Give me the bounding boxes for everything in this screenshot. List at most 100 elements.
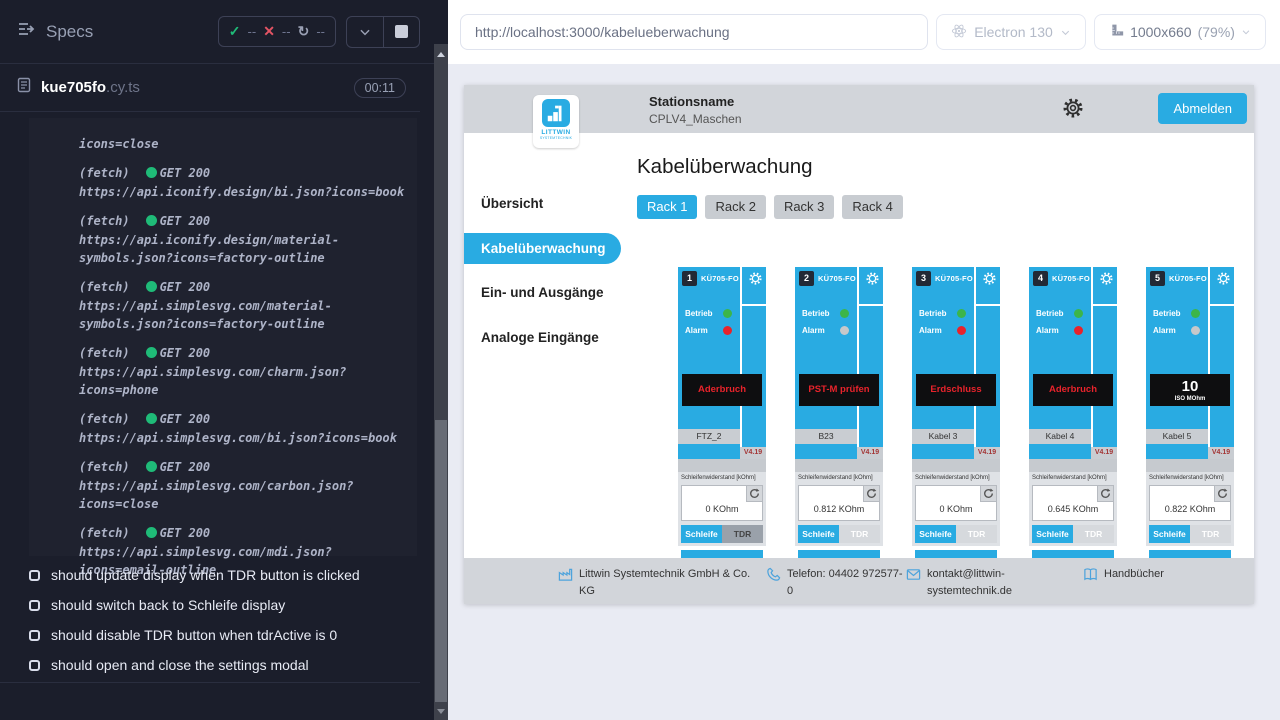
- email-address: kontakt@littwin-systemtechnik.de: [927, 566, 1022, 599]
- sidebar-item-uebersicht[interactable]: Übersicht: [464, 188, 621, 219]
- tab-rack-2[interactable]: Rack 2: [705, 195, 765, 219]
- electron-icon: [951, 23, 967, 42]
- device-front: 1 KÜ705-FO Betrieb Alarm Aderbruch FTZ_2…: [678, 267, 766, 459]
- url-input[interactable]: http://localhost:3000/kabelueberwachung: [460, 14, 928, 50]
- schleife-button[interactable]: Schleife: [1149, 525, 1190, 543]
- schleife-button[interactable]: Schleife: [798, 525, 839, 543]
- divider: [912, 459, 1000, 472]
- log-prefix: (fetch): [79, 526, 130, 540]
- alarm-label: Alarm: [802, 326, 825, 335]
- spec-file-name: kue705fo: [41, 79, 106, 96]
- test-item[interactable]: should open and close the settings modal: [0, 650, 420, 680]
- card-gear-icon[interactable]: [1099, 271, 1114, 291]
- sidebar-item-kabelueberwachung[interactable]: Kabelüberwachung: [464, 233, 621, 264]
- card-gear-icon[interactable]: [982, 271, 997, 291]
- card-gear-icon[interactable]: [865, 271, 880, 291]
- log-entry[interactable]: (fetch)GET 200 https://api.iconify.desig…: [79, 166, 413, 201]
- refresh-button[interactable]: [980, 486, 996, 502]
- settings-gear-icon[interactable]: [1061, 96, 1085, 125]
- scroll-up-icon[interactable]: [437, 52, 445, 57]
- stop-button[interactable]: [383, 17, 419, 47]
- log-entry[interactable]: (fetch)GET 200 https://api.simplesvg.com…: [79, 460, 413, 513]
- test-item[interactable]: should update display when TDR button is…: [0, 560, 420, 590]
- tab-rack-1[interactable]: Rack 1: [637, 195, 697, 219]
- scroll-down-icon[interactable]: [437, 709, 445, 714]
- tdr-button[interactable]: TDR: [839, 525, 880, 543]
- test-item[interactable]: should disable TDR button when tdrActive…: [0, 620, 420, 650]
- tab-rack-3[interactable]: Rack 3: [774, 195, 834, 219]
- resistance-panel: Schleifenwiderstand [kOhm] 0 KOhm Schlei…: [912, 472, 1000, 546]
- log-entry[interactable]: (fetch)GET 200 https://api.simplesvg.com…: [79, 346, 413, 399]
- card-gear-icon[interactable]: [748, 271, 763, 291]
- specs-title[interactable]: Specs: [16, 19, 93, 44]
- betrieb-led: [1191, 309, 1200, 318]
- card-gear-icon[interactable]: [1216, 271, 1231, 291]
- tdr-button[interactable]: TDR: [1190, 525, 1231, 543]
- email-icon: [906, 567, 921, 585]
- betrieb-led: [957, 309, 966, 318]
- resistance-label: Schleifenwiderstand [kOhm]: [798, 475, 873, 481]
- log-entry[interactable]: (fetch)GET 200 https://api.simplesvg.com…: [79, 412, 413, 447]
- log-entry[interactable]: (fetch)GET 200 https://api.iconify.desig…: [79, 214, 413, 267]
- slot-number: 5: [1150, 271, 1165, 286]
- logout-button[interactable]: Abmelden: [1158, 93, 1247, 124]
- browser-selector[interactable]: Electron 130: [936, 14, 1086, 50]
- log-entry[interactable]: icons=close: [79, 135, 413, 153]
- status-dot-icon: [146, 281, 157, 292]
- divider: [678, 459, 766, 472]
- viewport-size: 1000x660: [1130, 24, 1192, 40]
- log-url: https://api.simplesvg.com/bi.json?icons=…: [79, 429, 413, 447]
- log-prefix: (fetch): [79, 280, 130, 294]
- test-state-icon: [29, 570, 40, 581]
- test-label: should open and close the settings modal: [51, 657, 309, 673]
- failed-count: --: [282, 24, 291, 39]
- scrollbar-thumb[interactable]: [435, 420, 447, 702]
- chevron-down-icon: [1060, 27, 1071, 38]
- schleife-button[interactable]: Schleife: [1032, 525, 1073, 543]
- tab-rack-4[interactable]: Rack 4: [842, 195, 902, 219]
- log-status: GET 200: [160, 526, 211, 540]
- schleife-button[interactable]: Schleife: [681, 525, 722, 543]
- page-title: Kabelüberwachung: [637, 155, 813, 179]
- alarm-label: Alarm: [919, 326, 942, 335]
- spec-file-row[interactable]: kue705fo .cy.ts 00:11: [0, 64, 420, 112]
- collapse-button[interactable]: [347, 17, 383, 47]
- scrollbar-track[interactable]: [434, 44, 448, 720]
- footer-manuals[interactable]: Handbücher: [1083, 566, 1164, 585]
- tdr-button[interactable]: TDR: [956, 525, 997, 543]
- log-entry[interactable]: (fetch)GET 200 https://api.simplesvg.com…: [79, 280, 413, 333]
- mode-buttons: Schleife TDR: [1149, 525, 1231, 543]
- company-logo: LITTWIN SYSTEMTECHNIK: [533, 95, 579, 148]
- log-url: https://api.simplesvg.com/carbon.json?ic…: [79, 477, 413, 513]
- test-item[interactable]: should switch back to Schleife display: [0, 590, 420, 620]
- betrieb-label: Betrieb: [685, 309, 713, 318]
- divider: [976, 304, 1000, 306]
- betrieb-led: [1074, 309, 1083, 318]
- sidebar-item-ein-und-ausgaenge[interactable]: Ein- und Ausgänge: [464, 277, 621, 308]
- refresh-button[interactable]: [863, 486, 879, 502]
- resistance-readout: 0 KOhm: [915, 485, 997, 521]
- alarm-text: Aderbruch: [1049, 385, 1097, 395]
- footer-email[interactable]: kontakt@littwin-systemtechnik.de: [906, 566, 1022, 599]
- alarm-led: [1191, 326, 1200, 335]
- app-header: Stationsname CPLV4_Maschen Abmelden: [464, 85, 1254, 133]
- status-display: PST-M prüfen: [799, 374, 879, 406]
- viewport-selector[interactable]: 1000x660 (79%): [1094, 14, 1266, 50]
- schleife-button[interactable]: Schleife: [915, 525, 956, 543]
- divider: [795, 459, 883, 472]
- tdr-button[interactable]: TDR: [1073, 525, 1114, 543]
- betrieb-led: [723, 309, 732, 318]
- sidebar-item-analoge-eingaenge[interactable]: Analoge Eingänge: [464, 322, 621, 353]
- resistance-value: 0 KOhm: [682, 504, 762, 514]
- refresh-button[interactable]: [1214, 486, 1230, 502]
- refresh-button[interactable]: [1097, 486, 1113, 502]
- device-model: KÜ705-FO: [701, 274, 739, 283]
- tdr-button[interactable]: TDR: [722, 525, 763, 543]
- pending-icon: ↻: [298, 23, 310, 40]
- firmware-version: V4.19: [974, 447, 1000, 459]
- alarm-text: Erdschluss: [930, 385, 981, 395]
- refresh-button[interactable]: [746, 486, 762, 502]
- test-state-icon: [29, 600, 40, 611]
- divider: [0, 682, 420, 683]
- alarm-indicator: Alarm: [685, 326, 708, 336]
